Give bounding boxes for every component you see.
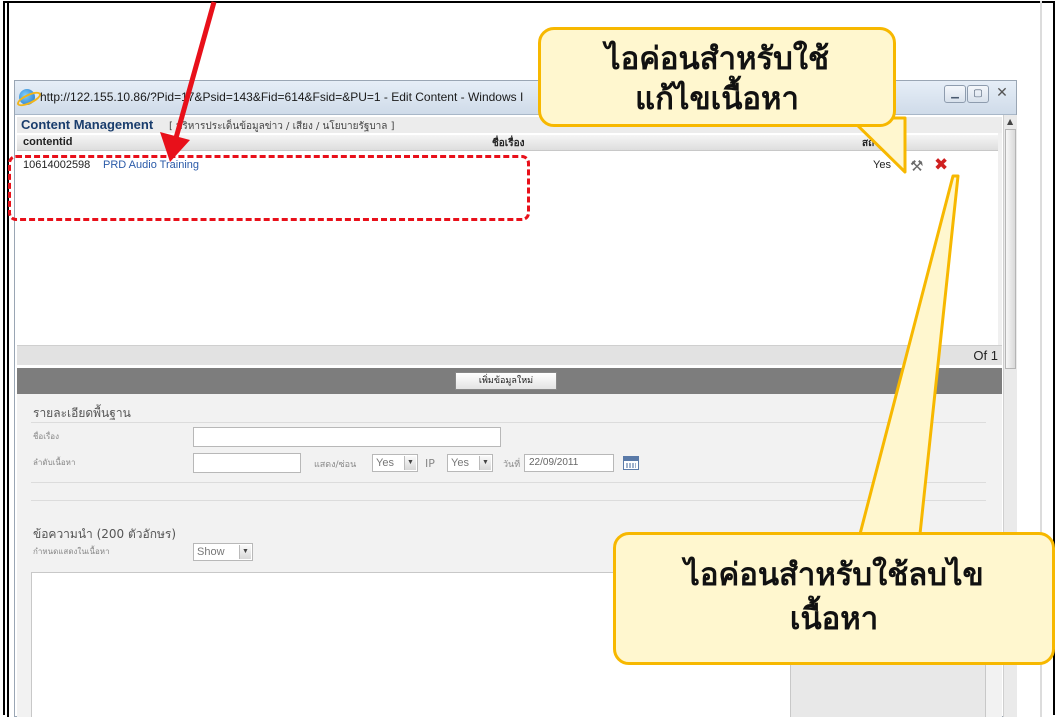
subject-label: ชื่อเรื่อง xyxy=(33,432,59,441)
maximize-button[interactable]: ▢ xyxy=(967,85,989,103)
ip-value: Yes xyxy=(451,457,469,469)
show-hide-select[interactable]: Yes ▼ xyxy=(372,454,418,472)
calendar-icon[interactable] xyxy=(623,456,639,470)
slide-frame-inner-line xyxy=(7,1,9,717)
callout-delete-line1: ไอค่อนสำหรับใช้ลบไข xyxy=(684,557,984,593)
highlight-box xyxy=(8,155,530,221)
grid-scrollbar[interactable] xyxy=(998,133,1002,345)
toolbar: เพิ่มข้อมูลใหม่ xyxy=(17,368,1002,394)
column-header-contentid[interactable]: contentid xyxy=(23,136,73,148)
divider xyxy=(31,422,986,423)
add-new-button[interactable]: เพิ่มข้อมูลใหม่ xyxy=(455,372,557,390)
callout-delete-line2: เนื้อหา xyxy=(789,601,879,637)
show-hide-value: Yes xyxy=(376,457,394,469)
scrollbar-thumb[interactable] xyxy=(1005,129,1016,369)
ip-select[interactable]: Yes ▼ xyxy=(447,454,493,472)
page-count: Of 1 xyxy=(973,348,998,363)
wrench-hammer-icon[interactable]: ⚒ xyxy=(910,157,928,175)
grid-header: contentid ชื่อเรื่อง สถานะ xyxy=(17,135,1002,151)
order-field[interactable] xyxy=(193,453,301,473)
chevron-down-icon: ▼ xyxy=(479,456,491,470)
display-label: กำหนดแสดงในเนื้อหา xyxy=(33,547,110,556)
display-select[interactable]: Show ▼ xyxy=(193,543,253,561)
chevron-down-icon: ▼ xyxy=(404,456,416,470)
chevron-down-icon: ▼ xyxy=(239,545,251,559)
page-title: Content Management xyxy=(21,117,154,132)
callout-edit-line2: แก้ไขเนื้อหา xyxy=(635,81,799,117)
scroll-up-icon[interactable]: ▲ xyxy=(1007,117,1013,126)
date-field[interactable]: 22/09/2011 xyxy=(524,454,614,472)
order-label: ลำดับเนื้อหา xyxy=(33,458,76,467)
callout-delete: ไอค่อนสำหรับใช้ลบไข เนื้อหา xyxy=(613,532,1055,665)
minimize-button[interactable]: ▁ xyxy=(944,85,966,103)
slide: http://122.155.10.86/?Pid=17&Psid=143&Fi… xyxy=(0,0,1058,717)
breadcrumb: [ บริหารประเด็นข้อมูลข่าว / เสียง / นโยบ… xyxy=(169,121,395,132)
column-header-status[interactable]: สถานะ xyxy=(862,136,892,151)
lead-text-heading: ข้อความนำ (200 ตัวอักษร) xyxy=(33,527,177,541)
column-header-title[interactable]: ชื่อเรื่อง xyxy=(492,136,524,151)
divider xyxy=(31,482,986,483)
pager: Of 1 xyxy=(17,345,1002,365)
window-title: http://122.155.10.86/?Pid=17&Psid=143&Fi… xyxy=(40,90,524,104)
cell-status: Yes xyxy=(873,159,891,171)
close-button[interactable]: ✕ xyxy=(991,85,1013,103)
internet-explorer-icon xyxy=(19,89,35,105)
delete-x-icon[interactable]: ✖ xyxy=(934,156,952,174)
show-hide-label: แสดง/ซ่อน xyxy=(314,460,357,470)
callout-edit: ไอค่อนสำหรับใช้ แก้ไขเนื้อหา xyxy=(538,27,896,127)
divider xyxy=(31,500,986,501)
subject-field[interactable] xyxy=(193,427,501,447)
callout-edit-line1: ไอค่อนสำหรับใช้ xyxy=(604,41,830,77)
ip-label: IP xyxy=(425,457,435,470)
display-value: Show xyxy=(197,546,225,558)
date-label: วันที่ xyxy=(503,460,521,470)
basic-details-heading: รายละเอียดพื้นฐาน xyxy=(33,406,131,420)
